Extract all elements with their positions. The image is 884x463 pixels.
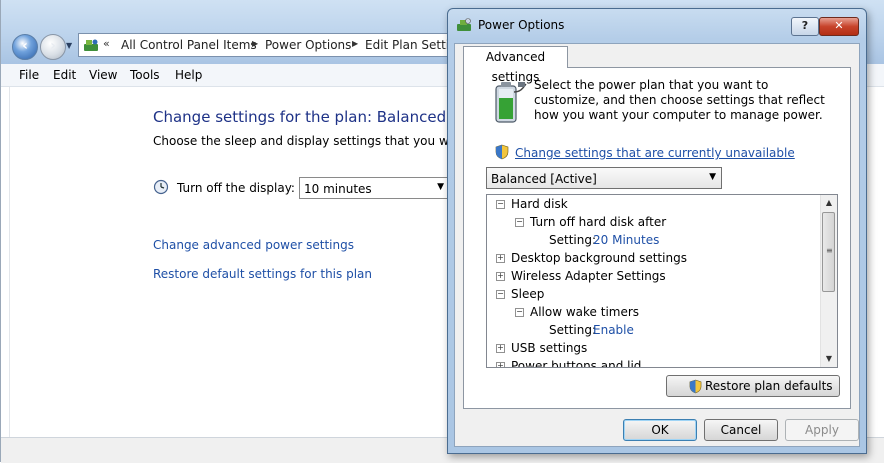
scroll-down-arrow-icon[interactable]: ▼ bbox=[821, 351, 837, 367]
expand-icon[interactable]: + bbox=[496, 254, 505, 263]
help-button[interactable]: ? bbox=[791, 17, 819, 36]
power-plan-value: Balanced [Active] bbox=[491, 172, 597, 186]
tree-item-label: Desktop background settings bbox=[511, 251, 687, 265]
settings-tree[interactable]: − Hard disk − Turn off hard disk after S… bbox=[486, 194, 838, 368]
scroll-up-arrow-icon[interactable]: ▲ bbox=[821, 195, 837, 211]
expand-icon[interactable]: + bbox=[496, 362, 505, 367]
forward-arrow-icon: › bbox=[50, 38, 56, 54]
dialog-client-area: Advanced settings Select the power plan … bbox=[454, 43, 860, 447]
display-off-label: Turn off the display: bbox=[177, 181, 295, 195]
back-button[interactable]: ‹ bbox=[12, 34, 38, 60]
tree-item-label: USB settings bbox=[511, 341, 588, 355]
menu-tools[interactable]: Tools bbox=[130, 68, 160, 82]
display-clock-icon bbox=[153, 179, 169, 195]
power-options-dialog: Power Options ? ✕ Advanced settings Sele… bbox=[447, 8, 867, 454]
tab-advanced-settings[interactable]: Advanced settings bbox=[463, 46, 568, 84]
control-panel-icon bbox=[84, 39, 98, 51]
menu-edit[interactable]: Edit bbox=[53, 68, 76, 82]
page-title: Change settings for the plan: Balanced bbox=[153, 108, 447, 126]
tree-item-label: Wireless Adapter Settings bbox=[511, 269, 666, 283]
change-unavailable-settings-link[interactable]: Change settings that are currently unava… bbox=[515, 146, 795, 160]
scrollbar-thumb[interactable]: ≡ bbox=[822, 212, 835, 292]
menu-view[interactable]: View bbox=[89, 68, 117, 82]
left-border bbox=[1, 87, 10, 437]
ok-button[interactable]: OK bbox=[623, 419, 697, 441]
uac-shield-icon bbox=[495, 144, 509, 160]
chevron-down-icon: ▼ bbox=[437, 182, 444, 192]
menu-file[interactable]: File bbox=[19, 68, 39, 82]
close-button[interactable]: ✕ bbox=[819, 17, 859, 36]
collapse-icon[interactable]: − bbox=[515, 308, 524, 317]
chevron-down-icon: ▼ bbox=[709, 172, 716, 182]
tree-item-label: Hard disk bbox=[511, 197, 568, 211]
expand-icon[interactable]: + bbox=[496, 272, 505, 281]
breadcrumb-separator-icon[interactable]: ▶ bbox=[352, 39, 358, 48]
restore-plan-defaults-label: Restore plan defaults bbox=[705, 379, 833, 393]
tree-item-label: Sleep bbox=[511, 287, 545, 301]
breadcrumb-separator-icon[interactable]: ▶ bbox=[252, 39, 258, 48]
breadcrumb-power-options[interactable]: Power Options bbox=[265, 38, 351, 52]
breadcrumb-chevron-icon[interactable]: « bbox=[103, 37, 110, 50]
expand-icon[interactable]: + bbox=[496, 344, 505, 353]
collapse-icon[interactable]: − bbox=[515, 218, 524, 227]
menu-help[interactable]: Help bbox=[175, 68, 202, 82]
setting-value-link[interactable]: 20 Minutes bbox=[593, 231, 659, 249]
tree-item-label: Allow wake timers bbox=[530, 305, 640, 319]
cancel-button[interactable]: Cancel bbox=[704, 419, 778, 441]
collapse-icon[interactable]: − bbox=[496, 290, 505, 299]
restore-plan-defaults-button[interactable]: Restore plan defaults bbox=[666, 375, 840, 397]
intro-text: Select the power plan that you want to c… bbox=[534, 78, 825, 122]
advanced-power-settings-link[interactable]: Change advanced power settings bbox=[153, 238, 354, 252]
back-arrow-icon: ‹ bbox=[22, 38, 28, 54]
grip-icon: ≡ bbox=[826, 246, 833, 255]
tab-page: Select the power plan that you want to c… bbox=[463, 67, 851, 409]
tree-item-label: Turn off hard disk after bbox=[530, 215, 667, 229]
tree-item-label: Power buttons and lid bbox=[511, 359, 642, 368]
tree-scrollbar[interactable]: ▲ ≡ ▼ bbox=[820, 195, 837, 367]
uac-shield-icon bbox=[689, 379, 702, 394]
power-options-icon bbox=[457, 18, 471, 31]
breadcrumb-all-items[interactable]: All Control Panel Items bbox=[121, 38, 257, 52]
dialog-title: Power Options bbox=[478, 18, 565, 32]
collapse-icon[interactable]: − bbox=[496, 200, 505, 209]
recent-pages-dropdown-icon[interactable]: ▼ bbox=[66, 41, 72, 50]
apply-button[interactable]: Apply bbox=[785, 419, 859, 441]
tree-item-label: Setting: bbox=[549, 233, 597, 247]
display-off-value: 10 minutes bbox=[304, 182, 372, 196]
address-bar[interactable]: « All Control Panel Items ▶ Power Option… bbox=[78, 33, 478, 57]
display-off-select[interactable]: 10 minutes ▼ bbox=[299, 177, 449, 199]
tree-item-label: Setting: bbox=[549, 323, 597, 337]
forward-button[interactable]: › bbox=[40, 34, 66, 60]
power-plan-select[interactable]: Balanced [Active] ▼ bbox=[486, 167, 722, 189]
setting-value-link[interactable]: Enable bbox=[593, 321, 634, 339]
restore-defaults-link[interactable]: Restore default settings for this plan bbox=[153, 267, 372, 281]
